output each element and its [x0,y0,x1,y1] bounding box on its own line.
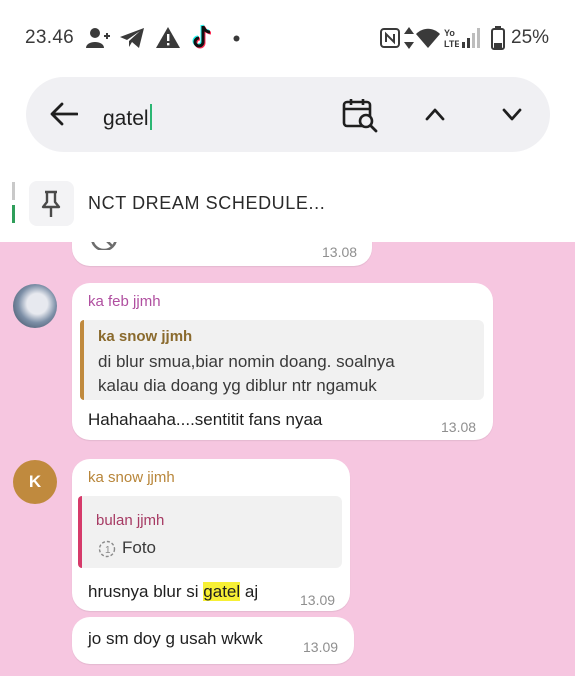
message-time: 13.09 [300,592,336,608]
data-arrows-icon [404,27,414,49]
pin-icon [41,190,61,217]
message-time: 13.08 [322,244,358,260]
chevron-down-icon[interactable] [502,108,522,122]
volte-icon: Yo LTE [444,28,459,49]
search-query: gatel [103,107,149,130]
pin-icon-box [29,181,74,226]
battery-icon [491,26,505,50]
message-text: Hahahaaha....sentitit fans nyaa [88,410,323,429]
nfc-icon [380,28,400,48]
avatar[interactable]: K [13,460,57,504]
pinned-title: NCT DREAM SCHEDULE... [88,193,326,213]
sender-name[interactable]: ka feb jjmh [88,293,161,310]
message-bubble[interactable]: jo sm doy g usah wkwk 13.09 [72,617,354,664]
tiktok-icon [192,24,212,49]
back-arrow-icon[interactable] [50,102,78,126]
deleted-clock-icon [91,242,117,250]
photo-icon: 1 [98,540,116,558]
sender-name[interactable]: ka snow jjmh [88,469,175,486]
reply-quote[interactable]: bulan jjmh 1 Foto [78,496,342,568]
message-text: hrusnya blur si gatel aj [88,582,258,602]
reply-quote-media: Foto [122,538,157,557]
reply-quote-text-line-2: kalau dia doang yg diblur ntr ngamuk [98,376,377,395]
status-time: 23.46 [25,27,75,48]
pinned-indicator [12,182,15,200]
text-caret [149,104,152,130]
svg-text:1: 1 [105,545,111,556]
message-text-part: aj [240,582,259,601]
svg-text:Yo: Yo [444,28,455,38]
message-text: jo sm doy g usah wkwk [88,629,263,648]
svg-text:LTE: LTE [444,39,459,49]
search-bar: gatel [26,77,550,152]
calendar-search-icon[interactable] [342,97,378,133]
message-bubble-partial[interactable]: 13.08 [72,242,372,266]
reply-quote-bar [80,320,84,400]
reply-quote-name: ka snow jjmh [98,328,193,345]
pinned-indicator-active [12,205,15,223]
signal-icon [462,28,480,48]
search-input[interactable]: gatel [103,104,152,131]
reply-quote-bar [78,496,82,568]
message-bubble[interactable]: ka feb jjmh ka snow jjmh di blur smua,bi… [72,283,493,440]
battery-percent: 25% [511,27,550,48]
chat-area: 13.08 ka feb jjmh ka snow jjmh di blur s… [0,242,575,676]
message-bubble[interactable]: ka snow jjmh bulan jjmh 1 Foto hrusnya b… [72,459,350,611]
avatar-letter: K [28,472,42,491]
reply-quote-name: bulan jjmh [96,512,165,529]
wifi-icon [416,28,440,48]
status-bar: 23.46 Yo LTE 25% [0,0,575,72]
message-time: 13.08 [441,419,477,435]
telegram-icon [120,28,144,48]
warning-icon [156,27,180,48]
reply-quote-text-line-1: di blur smua,biar nomin doang. soalnya [98,352,395,371]
person-add-icon [86,28,110,48]
message-time: 13.09 [303,639,339,655]
reply-quote[interactable]: ka snow jjmh di blur smua,biar nomin doa… [80,320,484,400]
search-highlight: gatel [203,582,241,601]
message-text-part: hrusnya blur si [88,582,204,601]
avatar[interactable] [13,284,57,328]
chevron-up-icon[interactable] [425,107,445,121]
dot-icon [233,35,240,42]
